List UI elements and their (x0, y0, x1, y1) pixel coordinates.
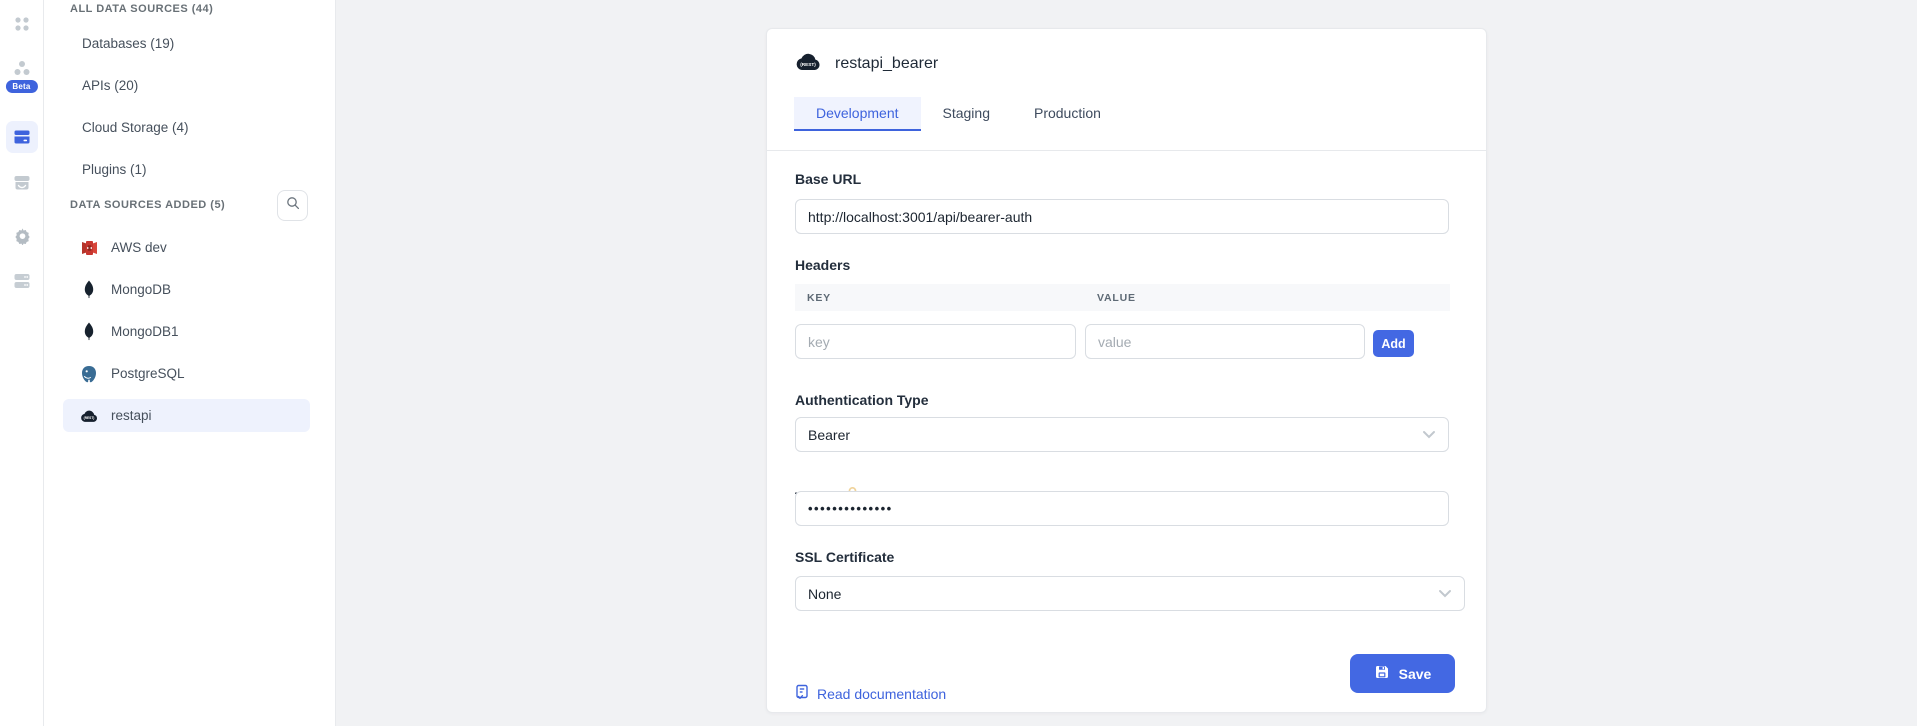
search-icon (286, 196, 300, 215)
value-column-header: VALUE (1097, 292, 1136, 304)
icon-rail: Beta (0, 0, 44, 726)
beta-badge: Beta (5, 80, 37, 93)
auth-type-label: Authentication Type (795, 392, 929, 408)
ssl-certificate-value: None (808, 586, 841, 602)
header-key-input[interactable] (795, 324, 1076, 359)
environment-tabs: Development Staging Production (794, 97, 1123, 131)
datasource-label: PostgreSQL (111, 366, 185, 381)
tab-development[interactable]: Development (794, 97, 921, 131)
card-title-row: (REST) restapi_bearer (795, 50, 938, 77)
ssl-certificate-label: SSL Certificate (795, 549, 894, 565)
tabs-divider (767, 150, 1486, 151)
database-button[interactable] (0, 272, 44, 295)
sidebar-item-postgresql[interactable]: PostgreSQL (63, 357, 310, 390)
search-datasources-button[interactable] (277, 190, 308, 221)
datasource-label: MongoDB (111, 282, 171, 297)
marketplace-button[interactable] (0, 173, 44, 198)
headers-table-head: KEY VALUE (795, 284, 1450, 311)
database-icon (13, 272, 31, 295)
mongodb-icon (80, 281, 98, 299)
apps-grid-button[interactable] (0, 15, 44, 38)
settings-button[interactable] (0, 226, 44, 250)
apps-grid-icon (13, 15, 31, 38)
data-sources-added-header: DATA SOURCES ADDED (5) (70, 199, 225, 211)
svg-text:(REST): (REST) (800, 61, 816, 66)
read-documentation-link[interactable]: Read documentation (795, 684, 946, 703)
sidebar-item-mongodb1[interactable]: MongoDB1 (63, 315, 310, 348)
save-button[interactable]: Save (1350, 654, 1455, 693)
datasource-label: AWS dev (111, 240, 167, 255)
datasource-config-card: (REST) restapi_bearer Development Stagin… (766, 28, 1487, 713)
aws-icon (80, 239, 98, 257)
gear-icon (13, 226, 32, 250)
sidebar-item-mongodb[interactable]: MongoDB (63, 273, 310, 306)
token-input[interactable] (795, 491, 1449, 526)
ssl-certificate-select[interactable]: None (795, 576, 1465, 611)
mongodb-icon (80, 323, 98, 341)
sidebar-item-restapi[interactable]: (REST) restapi (63, 399, 310, 432)
sidebar-item-aws-dev[interactable]: AWS dev (63, 231, 310, 264)
auth-type-value: Bearer (808, 427, 850, 443)
sidebar-item-apis[interactable]: APIs (20) (82, 78, 138, 93)
page-title: restapi_bearer (835, 55, 938, 73)
headers-label: Headers (795, 257, 850, 273)
all-data-sources-header: ALL DATA SOURCES (44) (70, 3, 213, 15)
save-icon (1374, 664, 1390, 683)
rest-cloud-icon: (REST) (795, 52, 821, 76)
add-header-button[interactable]: Add (1373, 330, 1414, 357)
document-icon (795, 684, 810, 703)
read-documentation-label: Read documentation (817, 686, 946, 702)
rest-cloud-icon: (REST) (80, 407, 98, 425)
base-url-label: Base URL (795, 171, 861, 187)
save-button-label: Save (1399, 666, 1432, 682)
data-sources-button[interactable] (0, 121, 44, 153)
base-url-input[interactable] (795, 199, 1449, 234)
tab-production[interactable]: Production (1012, 97, 1123, 131)
data-sources-sidebar: ALL DATA SOURCES (44) Databases (19) API… (44, 0, 336, 726)
header-value-input[interactable] (1085, 324, 1365, 359)
sidebar-item-databases[interactable]: Databases (19) (82, 36, 174, 51)
datasource-label: restapi (111, 408, 152, 423)
svg-text:(REST): (REST) (84, 416, 95, 420)
auth-type-select[interactable]: Bearer (795, 417, 1449, 452)
sidebar-item-cloud-storage[interactable]: Cloud Storage (4) (82, 120, 189, 135)
data-sources-icon (6, 121, 38, 153)
tab-staging[interactable]: Staging (921, 97, 1012, 131)
postgresql-icon (80, 365, 98, 383)
sidebar-item-plugins[interactable]: Plugins (1) (82, 162, 147, 177)
datasource-label: MongoDB1 (111, 324, 179, 339)
chevron-down-icon (1422, 430, 1436, 439)
marketplace-icon (12, 173, 32, 198)
key-column-header: KEY (807, 292, 831, 304)
chevron-down-icon (1438, 589, 1452, 598)
